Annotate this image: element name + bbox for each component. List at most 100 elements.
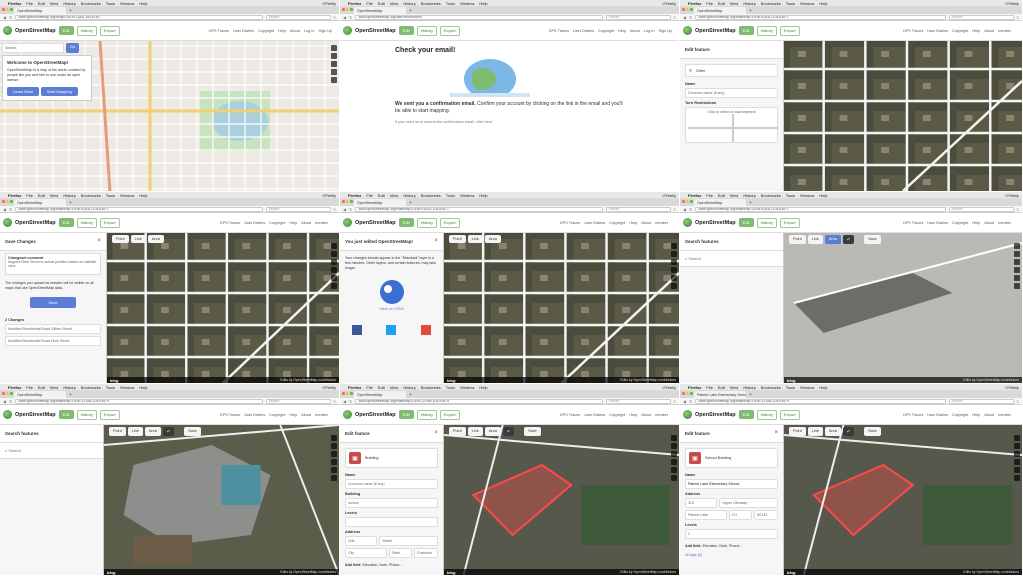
menu-tools[interactable]: Tools: [786, 385, 795, 390]
nav-about[interactable]: About: [641, 221, 651, 225]
locate-icon[interactable]: [671, 451, 677, 457]
locate-icon[interactable]: [1014, 451, 1020, 457]
nav-about[interactable]: About: [984, 413, 994, 417]
url-input[interactable]: www.openstreetmap.org/#map=16/39.1184/-1…: [15, 14, 263, 20]
osm-logo-icon[interactable]: [343, 218, 352, 227]
menu-icon[interactable]: ≡: [1017, 15, 1019, 20]
help-icon[interactable]: [1014, 283, 1020, 289]
menu-file[interactable]: File: [706, 1, 712, 6]
menu-bookmarks[interactable]: Bookmarks: [81, 1, 101, 6]
minimize-window-icon[interactable]: [686, 200, 689, 203]
postcode-input[interactable]: Postcode: [414, 548, 438, 558]
nav-gps-traces[interactable]: GPS Traces: [560, 413, 580, 417]
history-button[interactable]: History: [756, 25, 778, 36]
menu-help[interactable]: Help: [819, 193, 827, 198]
close-window-icon[interactable]: [682, 8, 685, 11]
menu-file[interactable]: File: [706, 193, 712, 198]
preset-card[interactable]: ⚲ Other: [685, 64, 778, 77]
close-window-icon[interactable]: [2, 392, 5, 395]
resend-link[interactable]: If you need us to resend the confirmatio…: [395, 120, 493, 124]
app-name[interactable]: Firefox: [8, 193, 21, 198]
background-icon[interactable]: [1014, 459, 1020, 465]
menu-bookmarks[interactable]: Bookmarks: [421, 1, 441, 6]
menu-window[interactable]: Window: [800, 385, 814, 390]
edit-button[interactable]: Edit: [58, 26, 74, 35]
close-window-icon[interactable]: [342, 392, 345, 395]
nav-user-diaries[interactable]: User Diaries: [584, 221, 605, 225]
nav-help[interactable]: Help: [289, 413, 297, 417]
map-data-icon[interactable]: [1014, 467, 1020, 473]
zoom-window-icon[interactable]: [10, 8, 13, 11]
export-button[interactable]: Export: [100, 217, 120, 228]
browser-search-input[interactable]: Search: [605, 398, 671, 404]
nav-login[interactable]: mmater: [998, 413, 1011, 417]
locate-icon[interactable]: [331, 259, 337, 265]
nav-user-diaries[interactable]: User Diaries: [233, 29, 254, 33]
browser-search-input[interactable]: Search: [605, 206, 671, 212]
nav-gps-traces[interactable]: GPS Traces: [549, 29, 569, 33]
facebook-icon[interactable]: [352, 325, 363, 335]
nav-user-diaries[interactable]: User Diaries: [927, 29, 948, 33]
nav-copyright[interactable]: Copyright: [952, 413, 968, 417]
url-input[interactable]: www.openstreetmap.org/user/new/confirm: [355, 14, 603, 20]
background-icon[interactable]: [331, 459, 337, 465]
zoom-in-icon[interactable]: [331, 435, 337, 441]
browser-tab[interactable]: OpenStreetMap: [694, 7, 746, 14]
menu-help[interactable]: Help: [139, 193, 147, 198]
menu-window[interactable]: Window: [460, 385, 474, 390]
menu-tools[interactable]: Tools: [106, 385, 115, 390]
undo-icon[interactable]: ↶: [842, 427, 855, 436]
close-window-icon[interactable]: [2, 200, 5, 203]
help-icon[interactable]: [331, 283, 337, 289]
menu-tools[interactable]: Tools: [106, 193, 115, 198]
name-input[interactable]: Common name (if any): [685, 88, 778, 98]
nav-copyright[interactable]: Copyright: [269, 221, 285, 225]
app-name[interactable]: Firefox: [8, 385, 21, 390]
zoom-window-icon[interactable]: [10, 200, 13, 203]
save-button[interactable]: Save: [864, 427, 881, 436]
nav-copyright[interactable]: Copyright: [598, 29, 614, 33]
browser-tab[interactable]: OpenStreetMap: [14, 199, 66, 206]
nav-help[interactable]: Help: [972, 29, 980, 33]
zoom-window-icon[interactable]: [690, 200, 693, 203]
app-name[interactable]: Firefox: [688, 385, 701, 390]
close-icon[interactable]: ×: [774, 430, 778, 436]
menu-help[interactable]: Help: [819, 1, 827, 6]
browser-search-input[interactable]: Search: [265, 14, 331, 20]
nav-login[interactable]: mmater: [315, 221, 328, 225]
zoom-out-icon[interactable]: [331, 53, 337, 59]
menu-bookmarks[interactable]: Bookmarks: [421, 193, 441, 198]
menu-window[interactable]: Window: [800, 193, 814, 198]
reload-icon[interactable]: ↻: [689, 207, 692, 212]
add-area-button[interactable]: Area: [147, 235, 164, 243]
menu-file[interactable]: File: [366, 193, 372, 198]
history-button[interactable]: History: [76, 409, 98, 420]
menu-bookmarks[interactable]: Bookmarks: [761, 385, 781, 390]
menu-icon[interactable]: ≡: [334, 399, 336, 404]
menu-view[interactable]: View: [730, 193, 739, 198]
back-icon[interactable]: ◀: [343, 399, 346, 404]
attribution-text[interactable]: Edits by OpenStreetMap contributors: [280, 570, 336, 574]
add-point-button[interactable]: Point: [449, 427, 466, 436]
zoom-window-icon[interactable]: [350, 200, 353, 203]
menu-file[interactable]: File: [26, 1, 32, 6]
reload-icon[interactable]: ↻: [689, 15, 692, 20]
city-input[interactable]: Palmer Lake: [685, 510, 727, 520]
menu-help[interactable]: Help: [479, 385, 487, 390]
undo-icon[interactable]: ↶: [162, 427, 175, 436]
nav-login[interactable]: Log In: [304, 29, 315, 33]
zoom-in-icon[interactable]: [331, 243, 337, 249]
reload-icon[interactable]: ↻: [9, 207, 12, 212]
close-window-icon[interactable]: [2, 8, 5, 11]
url-input[interactable]: www.openstreetmap.org/edit#map=19/39.121…: [15, 398, 263, 404]
preset-card[interactable]: ▣ School Building: [685, 448, 778, 468]
back-icon[interactable]: ◀: [3, 399, 6, 404]
nav-login[interactable]: mmater: [998, 29, 1011, 33]
minimize-window-icon[interactable]: [346, 8, 349, 11]
zoom-in-icon[interactable]: [1014, 243, 1020, 249]
minimize-window-icon[interactable]: [6, 200, 9, 203]
osm-brand[interactable]: OpenStreetMap: [15, 28, 56, 34]
menu-icon[interactable]: ≡: [1017, 399, 1019, 404]
export-button[interactable]: Export: [100, 25, 120, 36]
osm-logo-icon[interactable]: [3, 410, 12, 419]
